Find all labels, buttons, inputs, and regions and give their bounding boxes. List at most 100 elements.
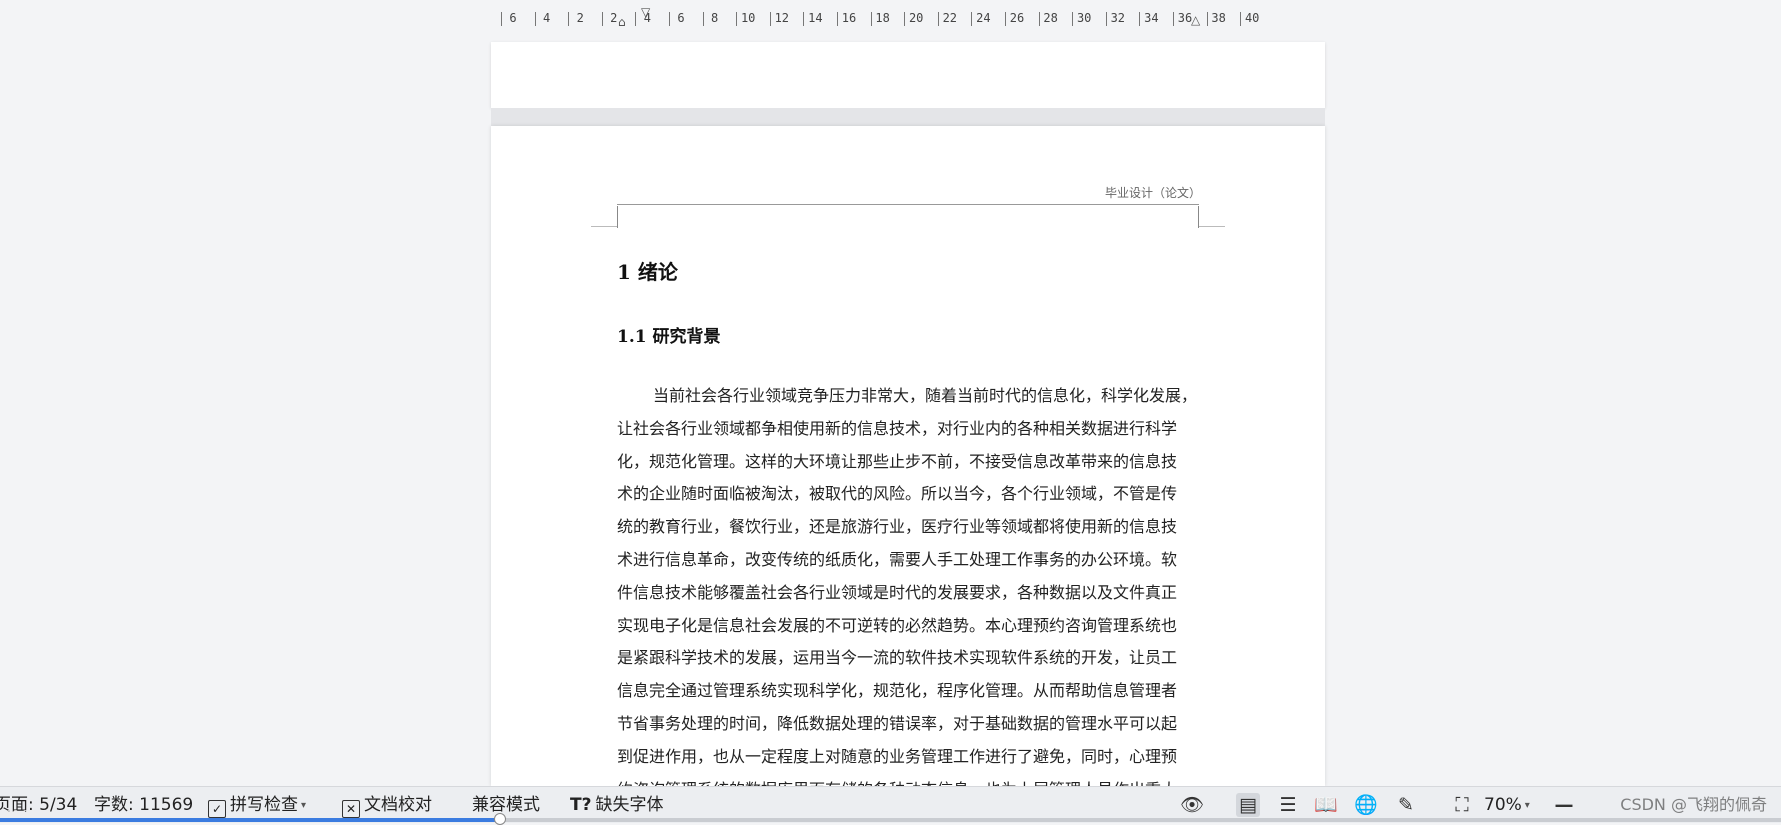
ruler-tick-mark bbox=[971, 12, 973, 26]
text-line: 信息完全通过管理系统实现科学化，规范化，程序化管理。从而帮助信息管理者 bbox=[617, 681, 1178, 701]
body-paragraph[interactable]: 当前社会各行业领域竞争压力非常大，随着当前时代的信息化，科学化发展， 让社会各行… bbox=[617, 380, 1201, 786]
ruler-tick-mark bbox=[669, 12, 670, 26]
margin-edge-right bbox=[1199, 226, 1225, 227]
heading-1: 1 绪论 bbox=[617, 260, 678, 284]
missing-fonts-label: 缺失字体 bbox=[595, 795, 664, 815]
minus-icon[interactable]: — bbox=[1552, 793, 1576, 817]
ruler-tick-mark bbox=[870, 12, 872, 26]
text-line: 让社会各行业领域都争相使用新的信息技术，对行业内的各种相关数据进行科学 bbox=[617, 418, 1178, 438]
ruler-tick-label: 28 bbox=[1043, 11, 1058, 25]
text-line: 是紧跟科学技术的发展，运用当今一流的软件技术实现软件系统的开发，让员工 bbox=[617, 648, 1178, 668]
ruler-tick-mark bbox=[702, 12, 704, 26]
ruler-tick-mark bbox=[601, 12, 603, 26]
x-box-icon: ✕ bbox=[342, 800, 360, 818]
ruler-tick-label: 18 bbox=[875, 11, 890, 25]
ruler-tick-mark bbox=[803, 12, 805, 26]
ruler-tick-mark bbox=[1173, 12, 1174, 26]
ruler-tick-mark bbox=[568, 12, 570, 26]
ruler-tick-mark bbox=[937, 12, 939, 26]
chevron-down-icon[interactable]: ▾ bbox=[301, 800, 306, 811]
fit-page-icon[interactable]: ⛶ bbox=[1450, 793, 1474, 817]
ruler-tick-mark bbox=[1038, 12, 1040, 26]
pen-icon[interactable]: ✎ bbox=[1394, 793, 1418, 817]
doc-proof-label: 文档校对 bbox=[364, 795, 432, 815]
globe-icon[interactable]: 🌐 bbox=[1354, 793, 1378, 817]
playback-progress-fill bbox=[0, 818, 499, 822]
ruler-tick-mark bbox=[769, 12, 771, 26]
page-header-text: 毕业设计（论文） bbox=[1104, 186, 1201, 200]
word-count[interactable]: 字数: 11569 bbox=[94, 793, 193, 817]
margin-corner-right bbox=[1198, 206, 1199, 228]
ruler-tick-label: 8 bbox=[710, 11, 719, 25]
ruler-tick-label: 32 bbox=[1110, 11, 1126, 25]
ruler-tick-mark bbox=[635, 12, 637, 26]
ruler-tick-label: 22 bbox=[942, 11, 958, 25]
text-line: 节省事务处理的时间，降低数据处理的错误率，对于基础数据的管理水平可以起 bbox=[617, 713, 1178, 733]
ruler-tick-mark bbox=[1139, 12, 1141, 26]
ruler-tick-label: 40 bbox=[1244, 11, 1260, 25]
header-rule bbox=[617, 204, 1199, 205]
ruler-tick-label: 20 bbox=[908, 11, 924, 25]
ruler-tick-mark bbox=[534, 12, 536, 26]
page-view-icon[interactable]: ▤ bbox=[1236, 793, 1260, 817]
ruler-tick-mark bbox=[736, 12, 738, 26]
compat-mode[interactable]: 兼容模式 bbox=[472, 793, 540, 817]
spell-check-label: 拼写检查 bbox=[230, 795, 298, 815]
book-icon[interactable]: 📖 bbox=[1314, 793, 1338, 817]
missing-fonts-button[interactable]: T? 缺失字体 bbox=[570, 793, 663, 817]
text-line: 术进行信息革命，改变传统的纸质化，需要人手工处理工作事务的办公环境。软 bbox=[617, 549, 1178, 569]
eye-icon[interactable]: 👁 bbox=[1180, 793, 1204, 817]
ruler-tick-label: 38 bbox=[1211, 11, 1226, 25]
text-line: 到促进作用，也从一定程度上对随意的业务管理工作进行了避免，同时，心理预 bbox=[617, 746, 1178, 766]
left-indent-marker[interactable]: ⌂ bbox=[618, 16, 626, 28]
watermark: CSDN @飞翔的佩奇 bbox=[1620, 795, 1767, 814]
text-line: 术的企业随时面临被淘汰，被取代的风险。所以当今，各个行业领域，不管是传 bbox=[617, 484, 1178, 504]
chevron-down-icon[interactable]: ▾ bbox=[1525, 800, 1530, 811]
heading-2: 1.1 研究背景 bbox=[617, 327, 721, 347]
ruler-tick-mark bbox=[1240, 12, 1242, 26]
ruler-tick-label: 6 bbox=[509, 11, 517, 25]
right-indent-marker[interactable]: △ bbox=[1191, 14, 1200, 26]
ruler-tick-label: 6 bbox=[677, 11, 685, 25]
ruler-tick-label: 16 bbox=[841, 11, 857, 25]
text-line: 化，规范化管理。这样的大环境让那些止步不前，不接受信息改革带来的信息技 bbox=[617, 451, 1178, 471]
ruler-tick-label: 34 bbox=[1144, 11, 1159, 25]
ruler-tick-label: 30 bbox=[1076, 11, 1092, 25]
playback-progress-bar[interactable] bbox=[0, 818, 1781, 822]
doc-proof-button[interactable]: ✕ 文档校对 bbox=[342, 793, 432, 818]
ruler-tick-label: 24 bbox=[976, 11, 991, 25]
zoom-value: 70% bbox=[1484, 795, 1522, 815]
text-line: 件信息技术能够覆盖社会各行业领域是时代的发展要求，各种数据以及文件真正 bbox=[617, 582, 1178, 602]
first-line-indent-marker[interactable]: ▽ bbox=[641, 6, 650, 18]
ruler-tick-mark bbox=[1005, 12, 1006, 26]
checkbox-icon: ✓ bbox=[208, 800, 226, 818]
playback-timestamp: 00:00:20 bbox=[6, 809, 51, 820]
ruler-tick-label: 26 bbox=[1009, 11, 1025, 25]
zoom-level[interactable]: 70% ▾ bbox=[1484, 793, 1530, 817]
previous-page bbox=[491, 42, 1325, 108]
margin-edge-left bbox=[591, 226, 617, 227]
outline-icon[interactable]: ☰ bbox=[1276, 793, 1300, 817]
ruler-tick-label: 2 bbox=[610, 11, 618, 25]
ruler-tick-mark bbox=[837, 12, 838, 26]
ruler-tick-label: 14 bbox=[808, 11, 823, 25]
text-line: 约咨询管理系统的数据库里面存储的各种动态信息，也为上层管理人员作出重大 bbox=[617, 774, 1201, 786]
ruler-tick-label: 4 bbox=[542, 11, 551, 25]
ruler-tick-label: 10 bbox=[740, 11, 756, 25]
ruler-tick-mark bbox=[501, 12, 502, 26]
text-line: 实现电子化是信息社会发展的不可逆转的必然趋势。本心理预约咨询管理系统也 bbox=[617, 615, 1178, 635]
t-question-icon: T? bbox=[570, 795, 592, 815]
ruler-tick-label: 2 bbox=[576, 11, 584, 25]
ruler-tick-label: 12 bbox=[774, 11, 790, 25]
margin-corner-left bbox=[617, 206, 618, 228]
spell-check-button[interactable]: ✓ 拼写检查 ▾ bbox=[208, 793, 306, 818]
ruler-tick-mark bbox=[904, 12, 906, 26]
page-gap bbox=[491, 108, 1325, 126]
playback-progress-knob[interactable] bbox=[493, 813, 506, 825]
horizontal-ruler[interactable]: 6 4 2 2 4 6 8 10 12 14 16 18 20 22 24 26 28 30 32 34 36 38 40 … bbox=[0, 0, 1781, 40]
ruler-tick-mark bbox=[1072, 12, 1074, 26]
text-line: 统的教育行业，餐饮行业，还是旅游行业，医疗行业等领域都将使用新的信息技 bbox=[617, 517, 1178, 537]
ruler-tick-mark bbox=[1105, 12, 1107, 26]
text-line: 当前社会各行业领域竞争压力非常大，随着当前时代的信息化，科学化发展， bbox=[653, 386, 1198, 405]
document-page[interactable]: 毕业设计（论文） 1 绪论 1.1 研究背景 当前社会各行业领域竞争压力非常大，… bbox=[491, 126, 1325, 786]
